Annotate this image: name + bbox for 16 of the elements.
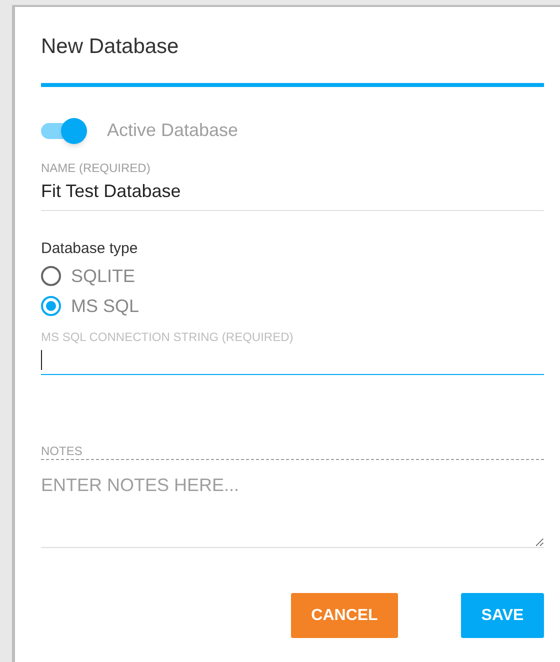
notes-label: NOTES — [41, 443, 544, 460]
radio-button[interactable] — [41, 296, 61, 316]
radio-button[interactable] — [41, 266, 61, 286]
cancel-button[interactable]: CANCEL — [291, 593, 398, 638]
save-button[interactable]: SAVE — [461, 593, 544, 638]
radio-label: MS SQL — [71, 295, 140, 317]
name-field[interactable]: Fit Test Database — [41, 176, 544, 211]
text-caret — [41, 350, 42, 370]
dialog-title: New Database — [41, 34, 180, 60]
notes-field[interactable]: ENTER NOTES HERE... — [41, 460, 544, 548]
toggle-switch[interactable] — [41, 118, 87, 144]
database-type-label: Database type — [41, 239, 139, 259]
toggle-label: Active Database — [107, 119, 238, 142]
radio-label: SQLITE — [71, 265, 136, 287]
field-label: MS SQL CONNECTION STRING (REQUIRED) — [41, 329, 294, 345]
field-label: NAME (REQUIRED) — [41, 160, 152, 176]
